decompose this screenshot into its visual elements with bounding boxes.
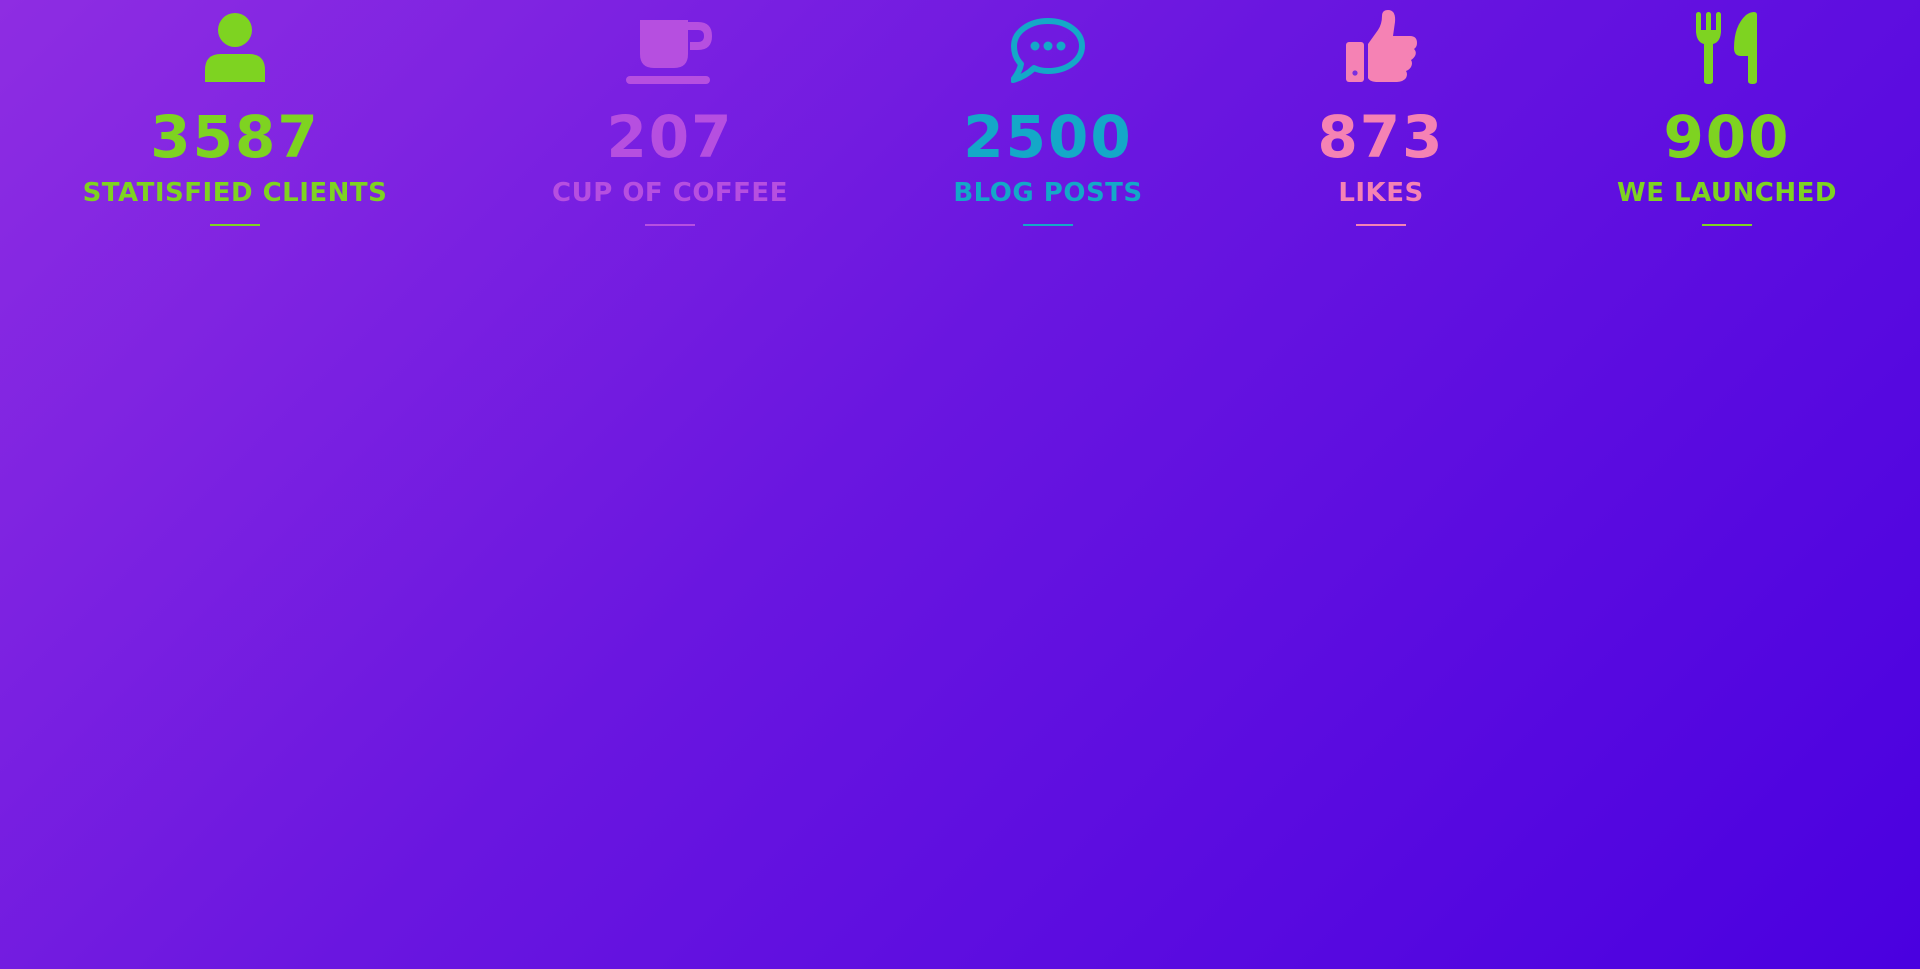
- stat-underline: [210, 224, 260, 226]
- stat-number: 2500: [963, 103, 1133, 171]
- stat-likes: 873 LIKES: [1201, 0, 1561, 226]
- stat-underline: [1356, 224, 1406, 226]
- stat-label: BLOG POSTS: [953, 178, 1143, 208]
- stat-label: WE LAUNCHED: [1617, 178, 1837, 208]
- thumbs-up-icon: [1344, 0, 1418, 84]
- stat-number: 900: [1663, 103, 1791, 171]
- stat-number: 3587: [150, 103, 320, 171]
- stat-underline: [1702, 224, 1752, 226]
- stat-cup-of-coffee: 207 CUP OF COFFEE: [490, 0, 850, 226]
- stat-satisfied-clients: 3587 STATISFIED CLIENTS: [55, 0, 415, 226]
- fork-knife-icon: [1696, 0, 1758, 84]
- stat-underline: [1023, 224, 1073, 226]
- coffee-cup-icon: [626, 0, 714, 84]
- stat-label: CUP OF COFFEE: [552, 178, 788, 208]
- stat-label: LIKES: [1338, 178, 1424, 208]
- stats-counter-section: 3587 STATISFIED CLIENTS 207 CUP OF COFFE…: [0, 0, 1920, 250]
- chat-bubble-icon: [1011, 0, 1085, 84]
- stat-number: 207: [606, 103, 734, 171]
- stat-blog-posts: 2500 BLOG POSTS: [868, 0, 1228, 226]
- user-icon: [203, 0, 267, 84]
- stat-we-launched: 900 WE LAUNCHED: [1547, 0, 1907, 226]
- stat-underline: [645, 224, 695, 226]
- stat-label: STATISFIED CLIENTS: [82, 178, 388, 208]
- stat-number: 873: [1317, 103, 1445, 171]
